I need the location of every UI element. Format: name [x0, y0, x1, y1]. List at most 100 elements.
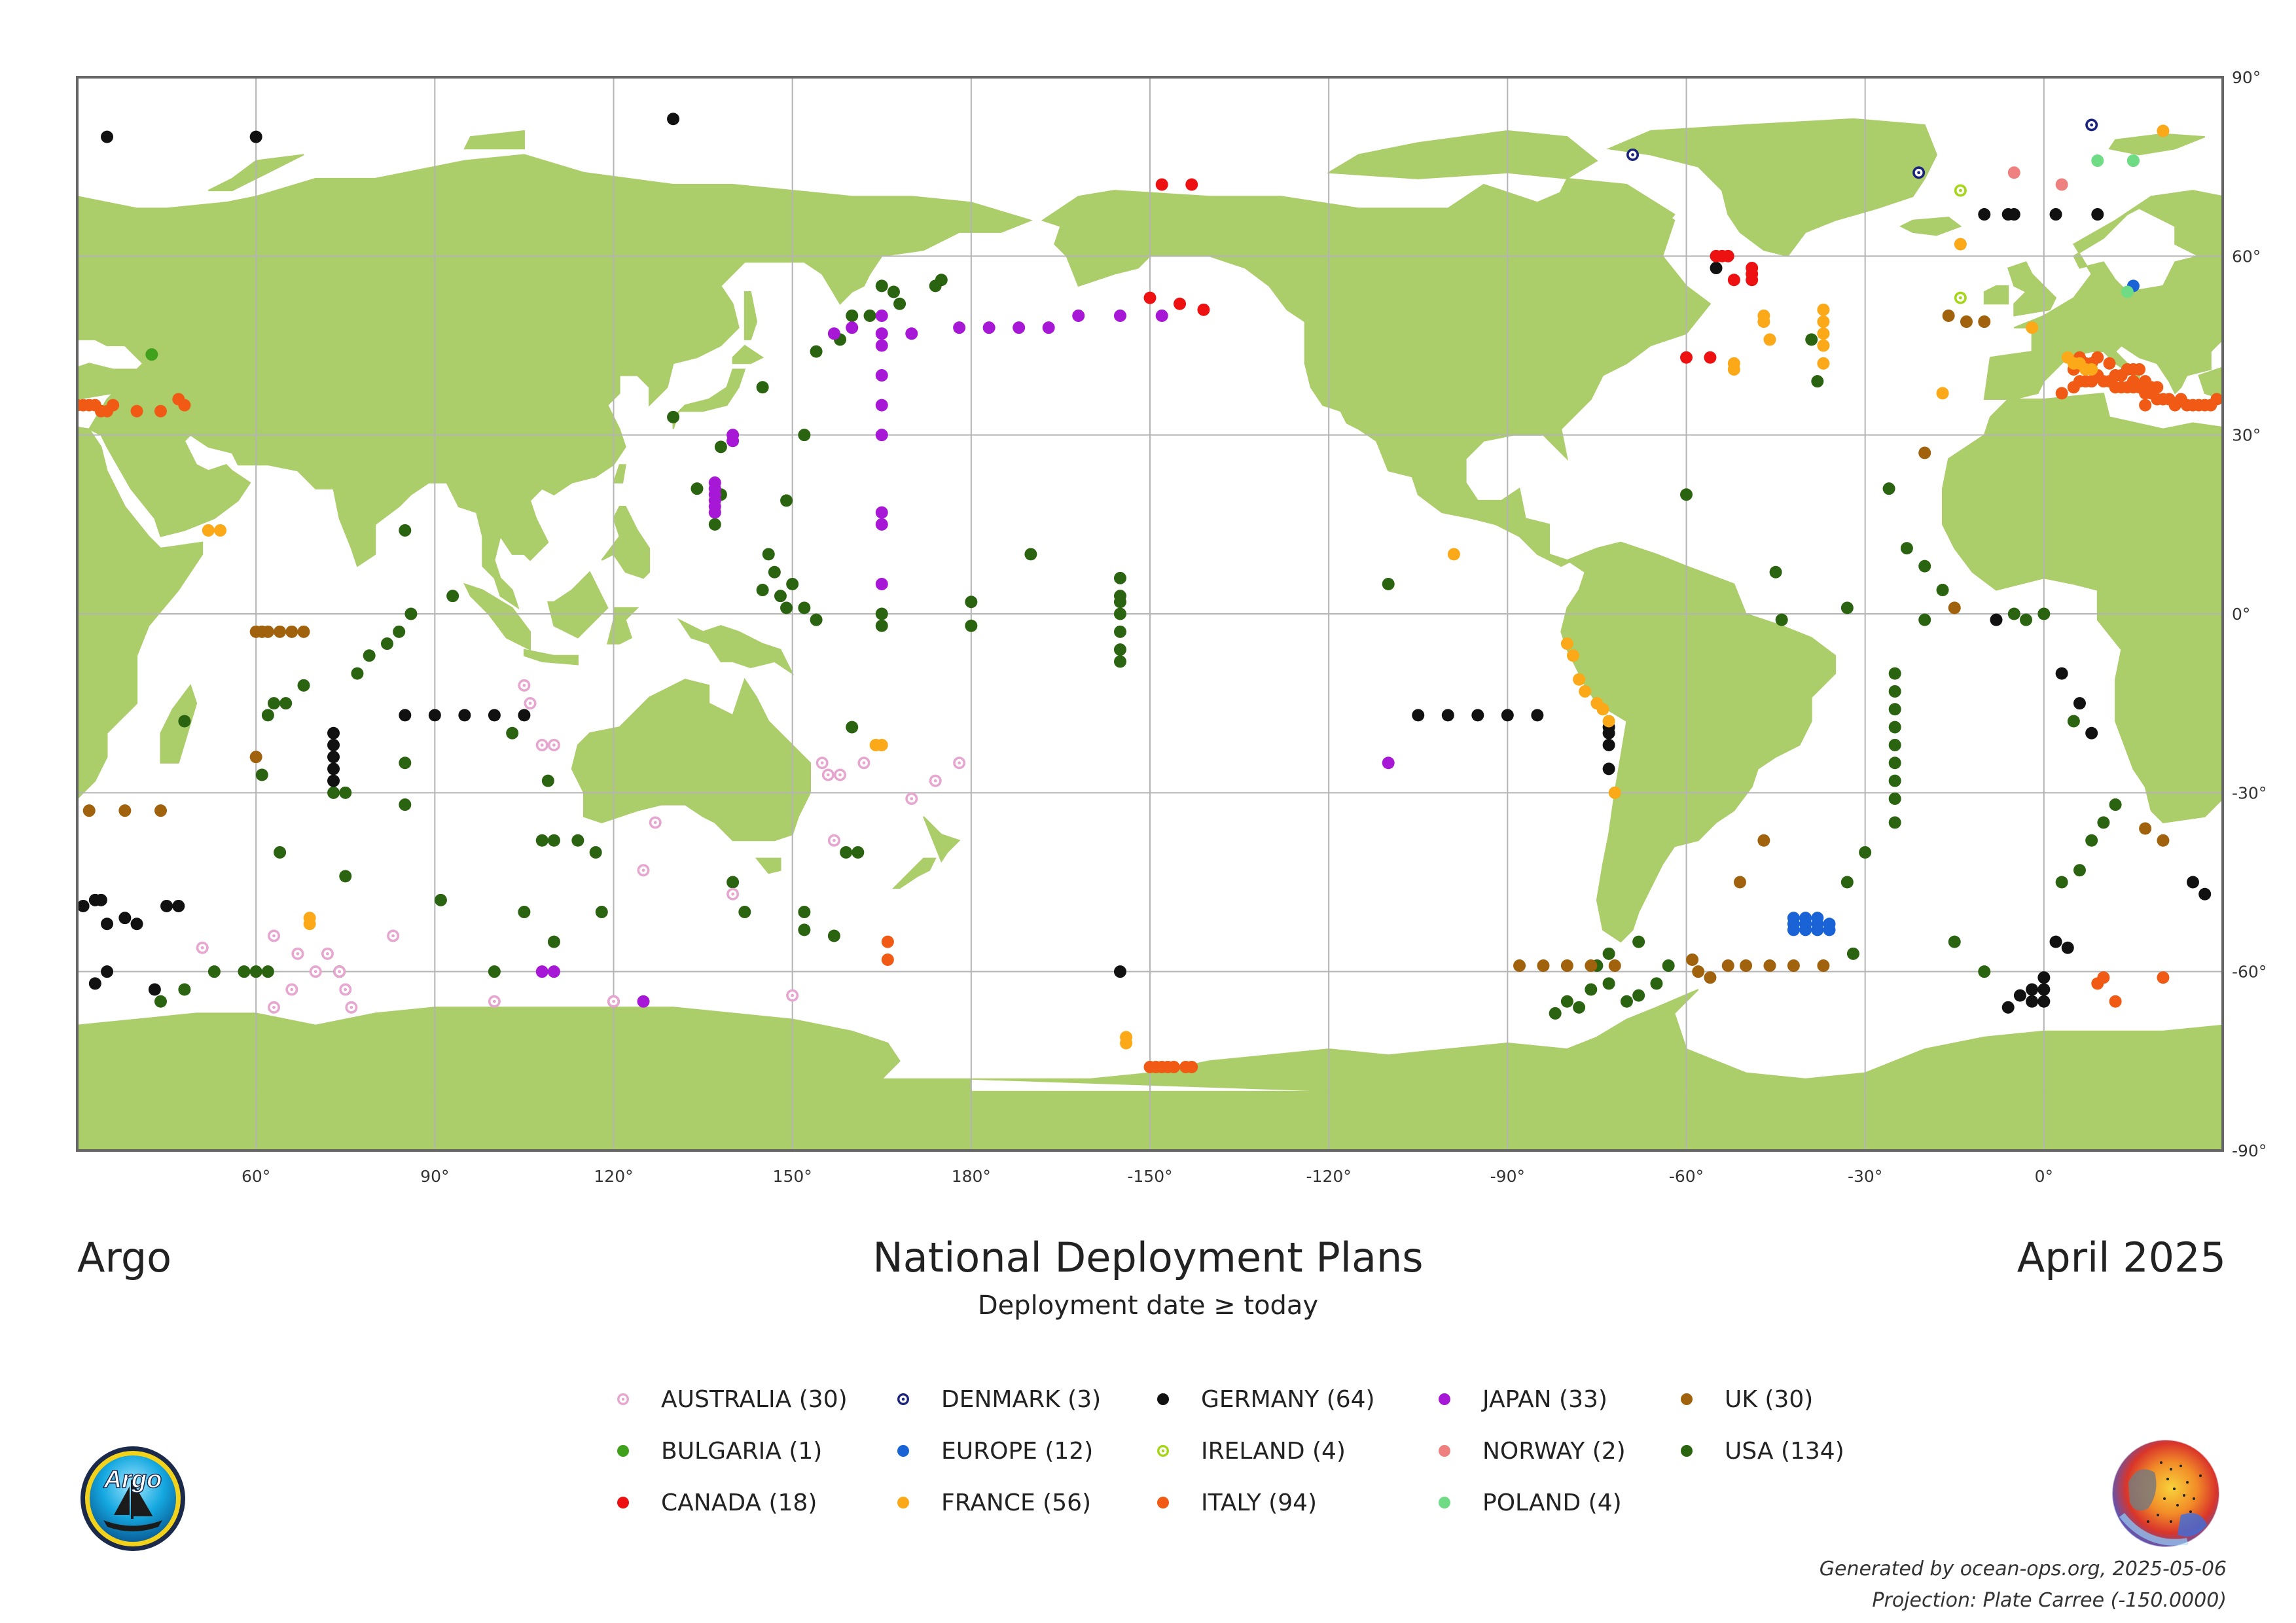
legend-label: NORWAY (2) — [1482, 1437, 1626, 1465]
deployment-point-uk — [1686, 953, 1699, 966]
deployment-point-italy — [2126, 375, 2140, 388]
deployment-point-usa — [1888, 685, 1901, 698]
lon-tick-label: 60° — [242, 1167, 270, 1186]
deployment-point-usa — [756, 584, 769, 597]
deployment-point-poland — [2091, 154, 2104, 168]
deployment-point-usa — [1632, 935, 1645, 948]
deployment-point-usa — [595, 906, 608, 919]
deployment-point-australia — [827, 834, 840, 847]
legend-dot-usa — [1681, 1445, 1693, 1457]
deployment-point-japan — [1072, 309, 1085, 322]
deployment-point-france — [1579, 685, 1592, 698]
latitude-labels: 90° 60° 30° 0° -30° -60° -90° — [2232, 68, 2267, 1160]
deployment-point-japan — [1155, 309, 1168, 322]
deployment-point-usa — [768, 565, 781, 579]
deployment-point-usa — [351, 667, 364, 680]
deployment-point-germany — [2026, 983, 2039, 996]
deployment-point-germany — [458, 709, 471, 722]
deployment-point-usa — [571, 834, 584, 847]
deployment-point-usa — [708, 518, 721, 531]
deployment-point-denmark — [2085, 118, 2098, 132]
deployment-point-usa — [393, 625, 406, 638]
deployment-point-europe — [1787, 923, 1800, 936]
deployment-point-poland — [2126, 154, 2140, 168]
legend-marker-poland — [1439, 1497, 1450, 1508]
deployment-point-usa — [1620, 995, 1633, 1008]
deployment-point-australia — [953, 757, 966, 770]
legend-item-canada: CANADA (18) — [609, 1486, 817, 1519]
deployment-point-usa — [339, 786, 352, 799]
deployment-point-japan — [547, 965, 560, 978]
lon-tick-label: 180° — [952, 1167, 991, 1186]
deployment-point-germany — [2013, 989, 2026, 1002]
deployment-point-france — [1763, 333, 1776, 346]
deployment-point-usa — [279, 697, 293, 710]
legend-label: CANADA (18) — [661, 1489, 817, 1516]
legend-item-france: FRANCE (56) — [889, 1486, 1091, 1519]
legend-dot-france — [897, 1497, 909, 1508]
deployment-point-bulgaria — [145, 348, 158, 361]
deployment-point-uk — [1733, 876, 1746, 889]
deployment-point-australia — [267, 1001, 280, 1014]
deployment-point-usa — [488, 965, 501, 978]
deployment-point-france — [1566, 649, 1579, 662]
deployment-point-australia — [929, 774, 942, 787]
deployment-point-usa — [1680, 488, 1693, 501]
deployment-point-germany — [2049, 208, 2062, 221]
deployment-point-usa — [1549, 1007, 1562, 1020]
deployment-point-usa — [1113, 596, 1126, 609]
deployment-point-italy — [1185, 1060, 1198, 1073]
legend-dot-europe — [897, 1445, 909, 1457]
deployment-point-italy — [2210, 393, 2223, 406]
deployment-point-usa — [2020, 613, 2033, 626]
deployment-point-usa — [798, 601, 811, 615]
deployment-point-australia — [905, 792, 918, 805]
deployment-point-usa — [249, 965, 262, 978]
deployment-point-canada — [1143, 291, 1157, 304]
legend-dot-norway — [1439, 1445, 1450, 1457]
deployment-point-usa — [1662, 959, 1675, 972]
deployment-point-norway — [2055, 178, 2068, 191]
deployment-point-uk — [1740, 959, 1753, 972]
deployment-point-germany — [2037, 983, 2051, 996]
deployment-point-usa — [2067, 715, 2080, 728]
deployment-point-germany — [399, 709, 412, 722]
deployment-point-usa — [1811, 375, 1824, 388]
deployment-point-usa — [1888, 792, 1901, 805]
deployment-point-usa — [798, 906, 811, 919]
argo-logo-icon: Argo — [81, 1446, 185, 1551]
deployment-point-usa — [738, 906, 751, 919]
deployment-point-italy — [154, 404, 167, 418]
deployment-point-usa — [178, 715, 191, 728]
deployment-point-usa — [274, 846, 287, 859]
legend-item-japan: JAPAN (33) — [1430, 1383, 1607, 1416]
deployment-point-uk — [1537, 959, 1550, 972]
deployment-point-usa — [1936, 584, 1949, 597]
lon-tick-label: -60° — [1669, 1167, 1704, 1186]
deployment-point-usa — [1859, 846, 1872, 859]
deployment-point-usa — [535, 834, 548, 847]
deployment-point-canada — [1185, 178, 1198, 191]
deployment-point-japan — [637, 995, 650, 1008]
deployment-point-uk — [1692, 965, 1705, 978]
lat-tick-label: 0° — [2232, 605, 2250, 624]
deployment-point-italy — [881, 935, 894, 948]
legend-marker-australia — [617, 1393, 629, 1405]
deployment-point-germany — [2001, 1001, 2015, 1014]
legend-label: IRELAND (4) — [1201, 1437, 1346, 1465]
deployment-point-germany — [327, 738, 340, 751]
deployment-point-germany — [130, 918, 143, 931]
deployment-point-germany — [488, 709, 501, 722]
lon-tick-label: -90° — [1490, 1167, 1525, 1186]
deployment-point-ireland — [1954, 291, 1967, 304]
deployment-point-usa — [1382, 577, 1395, 590]
footer-generated: Generated by ocean-ops.org, 2025-05-06 — [1819, 1558, 2227, 1580]
deployment-point-germany — [667, 113, 680, 126]
deployment-point-france — [303, 918, 316, 931]
deployment-point-japan — [1013, 321, 1026, 334]
legend-item-europe: EUROPE (12) — [889, 1435, 1093, 1467]
deployment-point-usa — [1888, 703, 1901, 716]
deployment-point-italy — [130, 404, 143, 418]
deployment-point-europe — [1799, 912, 1812, 925]
deployment-point-uk — [1585, 959, 1598, 972]
